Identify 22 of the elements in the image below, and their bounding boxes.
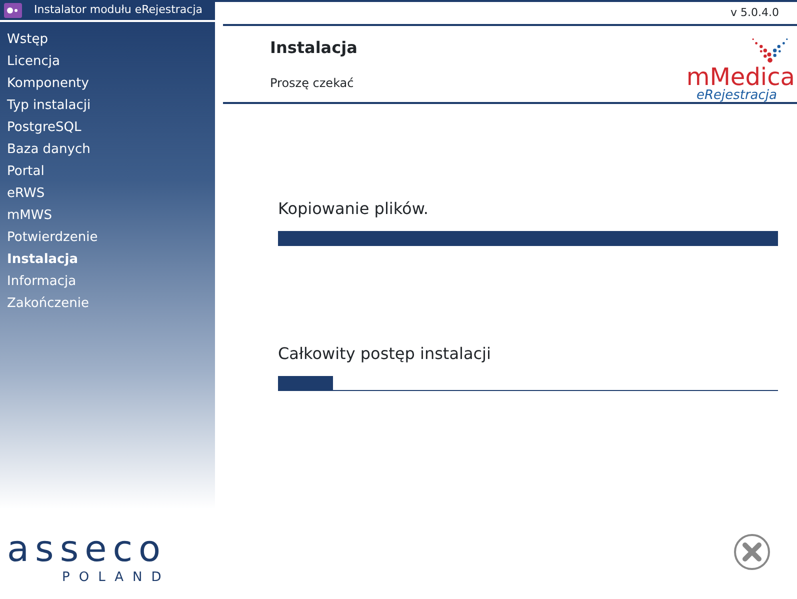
progress-label: Kopiowanie plików. (278, 198, 430, 220)
sidebar-item[interactable]: Typ instalacji (0, 94, 215, 116)
company-logo: asseco POLAND (6, 532, 172, 586)
sidebar-item[interactable]: Komponenty (0, 72, 215, 94)
progress-label: Całkowity postęp instalacji (278, 343, 492, 365)
sidebar-item[interactable]: Instalacja (0, 248, 215, 270)
window-title: Instalator modułu eRejestracja (34, 2, 203, 18)
sidebar-item[interactable]: Baza danych (0, 138, 215, 160)
sidebar-item[interactable]: Portal (0, 160, 215, 182)
sidebar-item[interactable]: mMWS (0, 204, 215, 226)
sidebar-item[interactable]: Wstęp (0, 28, 215, 50)
close-button[interactable] (733, 533, 771, 571)
page-subtitle: Proszę czekać (270, 75, 355, 92)
sidebar-item[interactable]: PostgreSQL (0, 116, 215, 138)
sidebar-item[interactable]: eRWS (0, 182, 215, 204)
product-logo: mMedica eRejestracja (686, 36, 795, 102)
app-icon (4, 2, 22, 18)
sidebar-item[interactable]: Licencja (0, 50, 215, 72)
version-label: v 5.0.4.0 (730, 4, 779, 21)
page-title: Instalacja (270, 37, 358, 59)
sidebar-item[interactable]: Informacja (0, 270, 215, 292)
sidebar-item[interactable]: Potwierdzenie (0, 226, 215, 248)
